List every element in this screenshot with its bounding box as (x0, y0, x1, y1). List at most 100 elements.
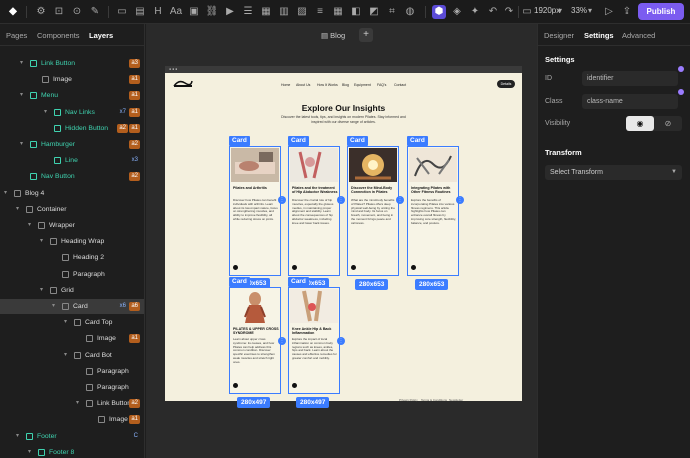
nav-link-home[interactable]: Home (281, 83, 290, 87)
resize-handle-icon[interactable]: ⋮ (278, 196, 286, 204)
publish-button[interactable]: Publish (638, 3, 684, 20)
chevron-down-icon[interactable]: ▾ (40, 234, 43, 249)
slider-icon[interactable]: ◧ (349, 5, 363, 19)
layer-row[interactable]: ▾ Nav Links a1 x7 (0, 105, 144, 120)
preview-play-icon[interactable]: ▷ (602, 5, 616, 19)
transform-select[interactable]: Select Transform ▼ (545, 165, 682, 180)
eye-off-icon[interactable]: ⊘ (654, 116, 682, 131)
link-icon[interactable]: ⛓ (205, 5, 219, 19)
nav-details-button[interactable]: Details (497, 80, 515, 88)
layer-row[interactable]: ▾ Card Bot (0, 348, 144, 363)
tab-pages[interactable]: Pages (6, 31, 27, 40)
layer-row[interactable]: ▾ Blog 4 (0, 186, 144, 201)
layer-row[interactable]: ▾ Card Top (0, 315, 144, 330)
card-arrow-icon[interactable] (292, 383, 297, 388)
tab-settings[interactable]: Settings (584, 31, 614, 40)
blog-card[interactable]: Discover the Mind-Body Connection in Pil… (347, 146, 399, 276)
list-icon[interactable]: ≡ (313, 5, 327, 19)
chevron-down-icon[interactable]: ▾ (76, 396, 79, 411)
layer-row[interactable]: ▾ Card a6 x6 (0, 299, 144, 314)
tab-designer[interactable]: Designer (544, 31, 574, 40)
embed-icon[interactable]: ▨ (295, 5, 309, 19)
code-icon[interactable]: ⌗ (385, 5, 399, 19)
zoom-level[interactable]: 33% (571, 6, 587, 15)
footer-link-newsletter[interactable]: Newsletter (449, 398, 463, 402)
layer-row[interactable]: Nav Button a2 (0, 169, 144, 184)
table-icon[interactable]: ▦ (331, 5, 345, 19)
chevron-down-icon[interactable]: ▾ (20, 56, 23, 71)
layer-row[interactable]: Image a1 (0, 331, 144, 346)
layer-row[interactable]: Hidden Button a1 a2 (0, 121, 144, 136)
class-binding-dot-icon[interactable] (678, 89, 684, 95)
nav-link-equipment[interactable]: Equipment (354, 83, 371, 87)
layer-row[interactable]: Heading 2 (0, 250, 144, 265)
chevron-down-icon[interactable]: ▾ (20, 88, 23, 103)
resize-handle-icon[interactable]: ⋮ (278, 337, 286, 345)
chevron-down-icon[interactable]: ▾ (52, 299, 55, 314)
layer-row[interactable]: Image a1 (0, 412, 144, 427)
chevron-down-icon[interactable]: ▾ (588, 6, 592, 15)
layer-row[interactable]: ▾ Heading Wrap (0, 234, 144, 249)
blog-card[interactable]: PILATES & UPPER CROSS SYNDROME Learn abou… (229, 287, 281, 394)
chevron-down-icon[interactable]: ▾ (16, 429, 19, 444)
tab-components[interactable]: Components (37, 31, 80, 40)
chevron-down-icon[interactable]: ▾ (558, 6, 562, 15)
nav-link-faq[interactable]: FAQ's (377, 83, 386, 87)
layer-row[interactable]: Line x3 (0, 153, 144, 168)
pen-icon[interactable]: ✎ (88, 5, 102, 19)
card-arrow-icon[interactable] (233, 265, 238, 270)
layout-icon[interactable]: ▥ (277, 5, 291, 19)
chevron-down-icon[interactable]: ▾ (16, 202, 19, 217)
id-binding-dot-icon[interactable] (678, 66, 684, 72)
chevron-down-icon[interactable]: ▾ (40, 283, 43, 298)
layer-row[interactable]: ▾ Footer 8 (0, 445, 144, 458)
resize-handle-icon[interactable]: ⋮ (337, 337, 345, 345)
id-input[interactable]: identifier (582, 71, 678, 86)
chevron-down-icon[interactable]: ▾ (4, 186, 7, 201)
blog-card[interactable]: Knee Ankle Hip & Back Inflammation Explor… (288, 287, 340, 394)
chevron-down-icon[interactable]: ▾ (44, 105, 47, 120)
container-icon[interactable]: ▤ (133, 5, 147, 19)
grid-icon[interactable]: ▦ (259, 5, 273, 19)
nav-link-blog[interactable]: Blog (342, 83, 349, 87)
section-icon[interactable]: ▭ (115, 5, 129, 19)
form-icon[interactable]: ☰ (241, 5, 255, 19)
redo-icon[interactable]: ↷ (502, 5, 516, 19)
layer-row[interactable]: ▾ Grid (0, 283, 144, 298)
class-input[interactable]: class-name (582, 94, 678, 109)
page-tab-blog[interactable]: ▤ Blog (321, 31, 345, 40)
export-icon[interactable]: ⇪ (620, 5, 634, 19)
layer-row[interactable]: ▾ Menu a1 (0, 88, 144, 103)
viewport-size[interactable]: 1920px (534, 6, 560, 15)
component-icon[interactable]: ⊙ (70, 5, 84, 19)
layer-row[interactable]: Paragraph (0, 267, 144, 282)
layer-row[interactable]: ▾ Hamburger a2 (0, 137, 144, 152)
resize-handle-icon[interactable]: ⋮ (396, 196, 404, 204)
chevron-down-icon[interactable]: ▾ (64, 315, 67, 330)
desktop-icon[interactable]: ▭ (520, 5, 534, 19)
card-arrow-icon[interactable] (292, 265, 297, 270)
map-icon[interactable]: ◩ (367, 5, 381, 19)
layer-row[interactable]: ▾ Link Button a2 (0, 396, 144, 411)
nav-link-about[interactable]: About Us (296, 83, 310, 87)
nav-link-contact[interactable]: Contact (394, 83, 406, 87)
page-frame[interactable]: ● ● ● Home About Us How It Works Blog Eq… (165, 66, 522, 408)
text-icon[interactable]: Aa (169, 5, 183, 19)
blog-card[interactable]: Integrating Pilates with Other Fitness R… (407, 146, 459, 276)
chevron-down-icon[interactable]: ▾ (28, 218, 31, 233)
nav-link-how[interactable]: How It Works (317, 83, 338, 87)
tab-layers[interactable]: Layers (89, 31, 113, 40)
resize-handle-icon[interactable]: ⋮ (337, 196, 345, 204)
layer-row[interactable]: ▾ Link Button a3 (0, 56, 144, 71)
resize-handle-icon[interactable]: ⋮ (456, 196, 464, 204)
layer-row[interactable]: ▾ Wrapper (0, 218, 144, 233)
hexagon-mode-icon[interactable]: ⬢ (432, 5, 446, 19)
symbol-icon[interactable]: ◍ (403, 5, 417, 19)
layer-row[interactable]: ▾ Footer C (0, 429, 144, 444)
chevron-down-icon[interactable]: ▾ (28, 445, 31, 458)
app-logo-icon[interactable]: ◆ (6, 5, 20, 19)
image-icon[interactable]: ▣ (187, 5, 201, 19)
chevron-down-icon[interactable]: ▾ (20, 137, 23, 152)
chevron-down-icon[interactable]: ▾ (64, 348, 67, 363)
add-page-button[interactable]: + (359, 28, 373, 42)
